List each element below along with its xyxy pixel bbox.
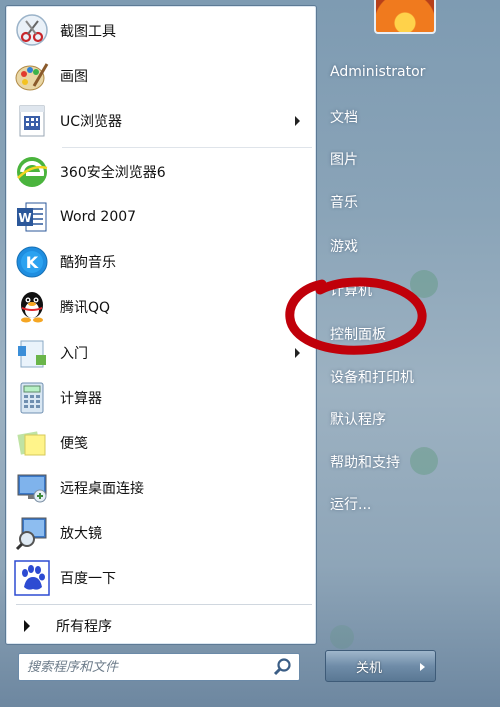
music-link[interactable]: 音乐	[330, 192, 358, 212]
program-label: 画图	[60, 69, 88, 85]
svg-text:W: W	[18, 211, 31, 225]
program-list-pane: 截图工具 画图 UC浏览器 360安全浏览器6 W Word 2007 K 酷狗…	[5, 5, 317, 645]
documents-link[interactable]: 文档	[330, 107, 358, 127]
all-programs-label: 所有程序	[56, 619, 112, 635]
program-label: Word 2007	[60, 209, 137, 225]
program-item[interactable]: 便笺	[10, 421, 314, 465]
submenu-arrow-icon[interactable]	[295, 348, 300, 358]
svg-text:K: K	[26, 253, 39, 272]
help-support-link[interactable]: 帮助和支持	[330, 452, 400, 472]
program-item[interactable]: 计算器	[10, 376, 314, 420]
program-item[interactable]: 入门	[10, 331, 314, 375]
program-label: 计算器	[60, 391, 102, 407]
program-item[interactable]: 腾讯QQ	[10, 285, 314, 329]
uc-browser-icon	[14, 103, 50, 139]
separator	[16, 604, 312, 605]
control-panel-link[interactable]: 控制面板	[330, 324, 386, 344]
background-blur	[410, 270, 438, 298]
program-item[interactable]: K 酷狗音乐	[10, 240, 314, 284]
triangle-right-icon	[24, 620, 30, 632]
remote-desktop-icon	[14, 470, 50, 506]
shutdown-button[interactable]: 关机	[325, 650, 413, 682]
run-link[interactable]: 运行...	[330, 494, 371, 514]
program-item[interactable]: 放大镜	[10, 511, 314, 555]
search-input[interactable]	[27, 655, 271, 679]
program-item[interactable]: 360安全浏览器6	[10, 150, 314, 194]
program-label: UC浏览器	[60, 114, 123, 130]
computer-link[interactable]: 计算机	[330, 280, 372, 300]
search-box[interactable]	[18, 653, 300, 681]
snipping-tool-icon	[14, 13, 50, 49]
360-browser-icon	[14, 154, 50, 190]
paint-icon	[14, 58, 50, 94]
program-label: 便笺	[60, 436, 88, 452]
default-programs-link[interactable]: 默认程序	[330, 409, 386, 429]
program-item[interactable]: 远程桌面连接	[10, 466, 314, 510]
baidu-paw-icon	[14, 560, 50, 596]
separator	[62, 147, 312, 148]
program-item[interactable]: 截图工具	[10, 9, 314, 53]
background-blur	[410, 447, 438, 475]
user-avatar[interactable]	[374, 0, 436, 34]
shutdown-label: 关机	[355, 660, 382, 676]
word-icon: W	[14, 199, 50, 235]
program-item[interactable]: W Word 2007	[10, 195, 314, 239]
program-label: 放大镜	[60, 526, 102, 542]
submenu-arrow-icon[interactable]	[295, 116, 300, 126]
all-programs-button[interactable]: 所有程序	[10, 612, 314, 640]
program-label: 远程桌面连接	[60, 481, 144, 497]
sticky-notes-icon	[14, 425, 50, 461]
program-label: 腾讯QQ	[60, 300, 111, 316]
user-name-link[interactable]: Administrator	[330, 64, 425, 80]
qq-penguin-icon	[14, 289, 50, 325]
program-item[interactable]: UC浏览器	[10, 99, 314, 143]
kugou-music-icon: K	[14, 244, 50, 280]
getting-started-icon	[14, 335, 50, 371]
program-item[interactable]: 画图	[10, 54, 314, 98]
calculator-icon	[14, 380, 50, 416]
program-item[interactable]: 百度一下	[10, 556, 314, 600]
devices-printers-link[interactable]: 设备和打印机	[330, 367, 414, 387]
magnifier-icon	[14, 515, 50, 551]
program-label: 百度一下	[60, 571, 116, 587]
background-blur	[330, 625, 354, 649]
program-label: 360安全浏览器6	[60, 165, 166, 181]
program-label: 入门	[60, 346, 88, 362]
games-link[interactable]: 游戏	[330, 236, 358, 256]
pictures-link[interactable]: 图片	[330, 149, 358, 169]
program-label: 截图工具	[60, 24, 116, 40]
program-label: 酷狗音乐	[60, 255, 116, 271]
shutdown-options-arrow-icon[interactable]	[412, 650, 436, 682]
search-icon[interactable]	[271, 655, 295, 679]
